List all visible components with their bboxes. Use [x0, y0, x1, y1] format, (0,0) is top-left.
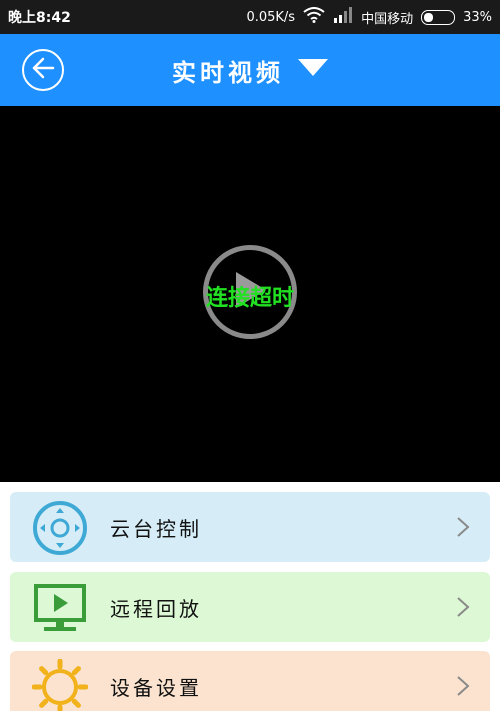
net-speed: 0.05K/s — [246, 9, 296, 25]
status-bar: 晚上8:42 0.05K/s 中国移动 33% — [0, 0, 500, 34]
chevron-right-icon — [456, 596, 470, 618]
arrow-left-icon — [31, 57, 55, 83]
carrier-name: 中国移动 — [361, 11, 414, 27]
status-time: 晚上8:42 — [8, 10, 71, 26]
menu-item-label: 云台控制 — [110, 516, 202, 541]
ptz-joystick-icon — [32, 500, 88, 556]
status-left: 晚上8:42 — [8, 7, 71, 27]
menu-item-label: 远程回放 — [110, 596, 202, 621]
menu-item-ptz-control[interactable]: 云台控制 — [10, 492, 490, 562]
back-button[interactable] — [22, 49, 64, 91]
signal-icon — [333, 7, 353, 27]
battery-percent: 33% — [463, 9, 492, 25]
battery-icon — [421, 9, 456, 25]
wifi-icon — [303, 7, 325, 27]
monitor-play-icon — [32, 580, 88, 636]
menu-item-label: 设备设置 — [110, 675, 202, 700]
page-title: 实时视频 — [172, 58, 284, 87]
battery-fill — [424, 12, 434, 22]
chevron-right-icon — [456, 516, 470, 538]
status-right: 0.05K/s 中国移动 33% — [246, 7, 492, 27]
play-button[interactable] — [203, 245, 297, 339]
channel-selector[interactable]: 实时视频 — [172, 53, 328, 88]
menu-item-remote-playback[interactable]: 远程回放 — [10, 572, 490, 642]
caret-down-icon — [298, 59, 328, 81]
play-icon — [232, 270, 268, 314]
gear-sun-icon — [32, 659, 88, 711]
chevron-right-icon — [456, 675, 470, 697]
menu-item-device-settings[interactable]: 设备设置 — [10, 651, 490, 711]
video-player[interactable]: 连接超时 — [0, 106, 500, 482]
app-header: 实时视频 — [0, 34, 500, 106]
